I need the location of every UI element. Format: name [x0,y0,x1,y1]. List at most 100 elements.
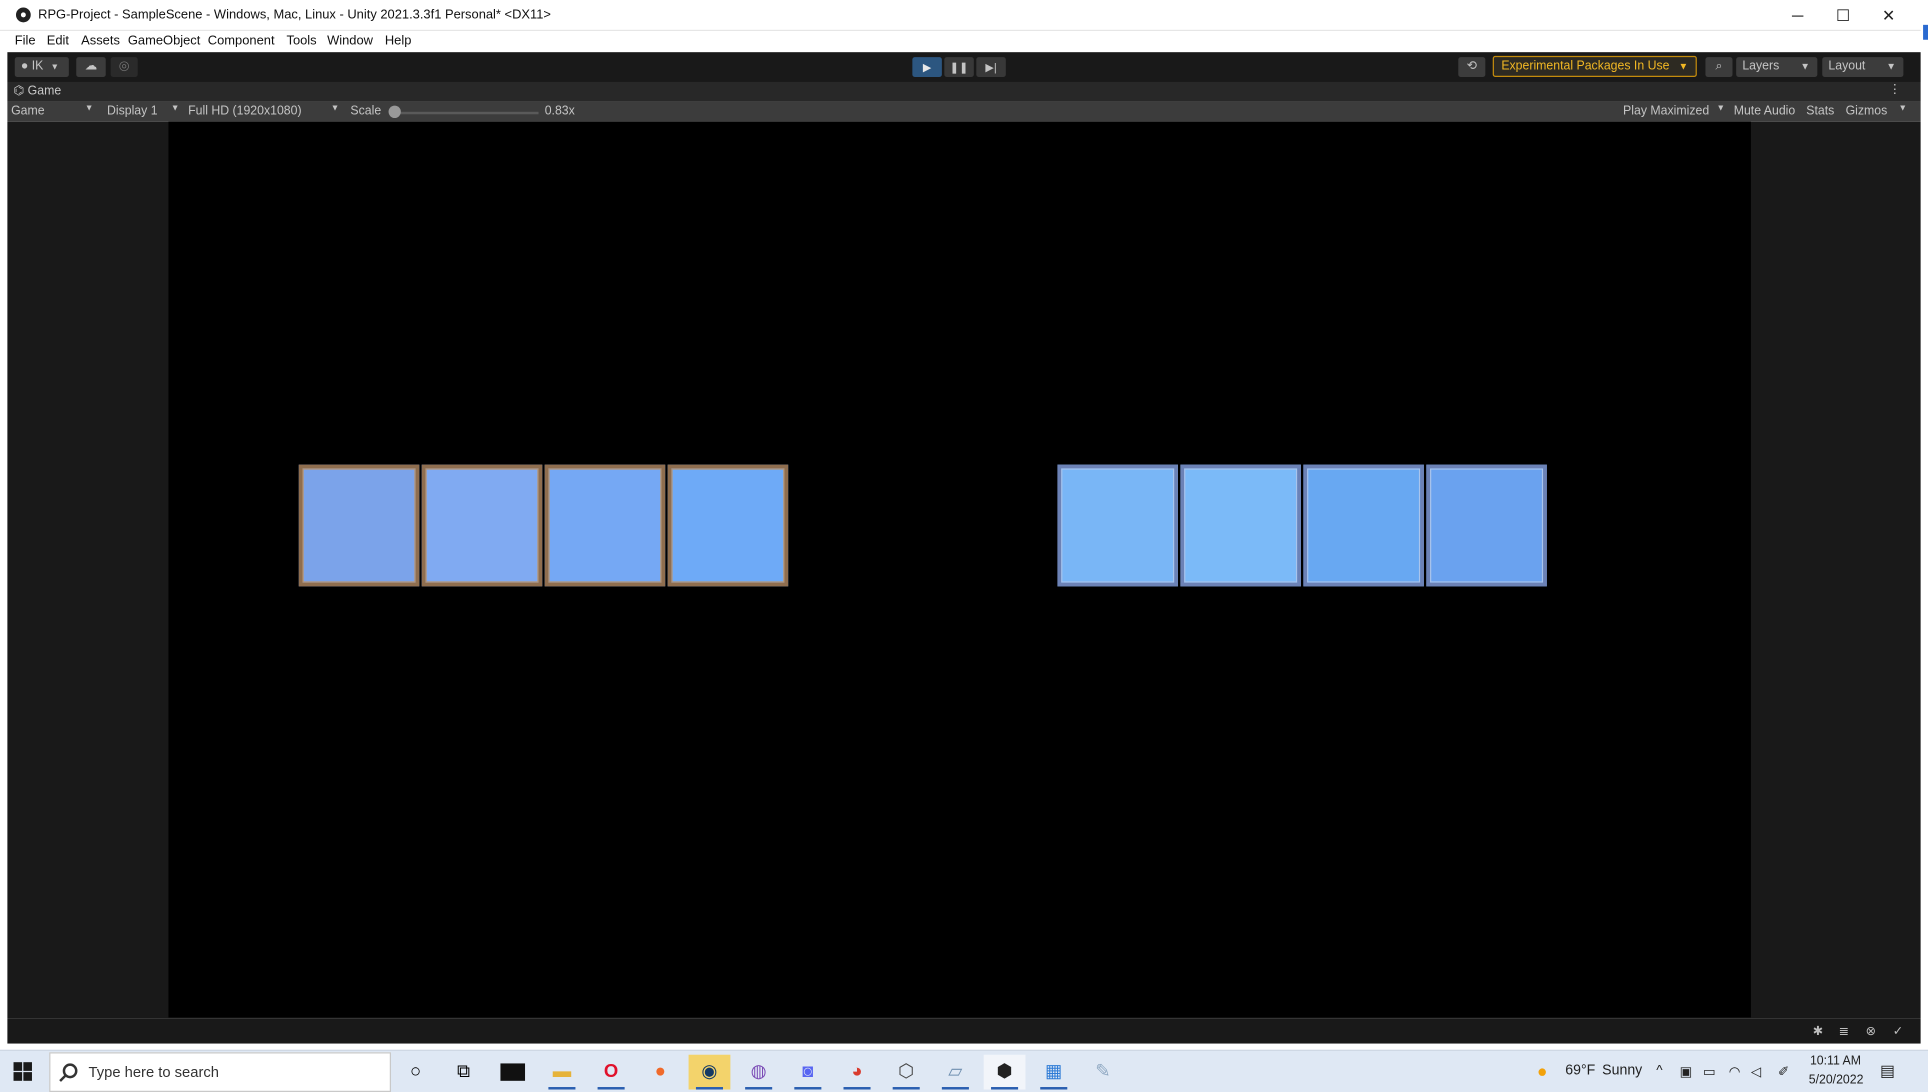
tab-menu-icon[interactable]: ⋮ [1889,83,1901,97]
chevron-down-icon: ▼ [1886,60,1897,73]
taskbar-search-input[interactable]: Type here to search [49,1052,392,1092]
clock-date[interactable]: 5/20/2022 [1809,1073,1864,1087]
windows-taskbar: Type here to search ○ ⧉ ▬ O ● ◉ ◍ ◙ ◕ ⬡ … [0,1049,1928,1092]
gamepad-icon: ⌬ [13,84,25,99]
chrome-icon[interactable]: ◕ [836,1055,878,1090]
unity-editor-icon[interactable]: ⬢ [983,1054,1026,1090]
menu-assets[interactable]: Assets [81,34,120,49]
chevron-down-icon: ▼ [330,104,340,114]
unity-toolbar: ● IK ▼ ☁ ◎ ▶ ❚❚ ▶| ⟲ Experimental Packag… [7,52,1921,82]
steam-icon[interactable]: ◉ [688,1054,731,1090]
collab-icon: ◎ [118,59,130,74]
network-icon[interactable]: ⊗ [1863,1024,1879,1040]
left-inventory-slot[interactable] [544,464,666,587]
display-icon[interactable]: ▭ [1703,1063,1716,1080]
layout-label: Layout [1828,59,1866,74]
search-button[interactable]: ⌕ [1705,57,1733,78]
right-inventory-slot[interactable] [1180,464,1301,587]
undo-history-button[interactable]: ⟲ [1458,57,1486,78]
gizmos-toggle[interactable]: Gizmos [1846,104,1888,118]
window-title-bar: RPG-Project - SampleScene - Windows, Mac… [0,0,1928,32]
task-view-icon[interactable]: ⧉ [443,1055,485,1090]
right-inventory-slot[interactable] [1057,464,1178,587]
right-inventory-slot[interactable] [1303,464,1424,587]
view-select[interactable]: Game [11,104,44,118]
maximize-button[interactable]: ☐ [1820,0,1867,31]
menu-edit[interactable]: Edit [47,34,69,49]
experimental-packages-button[interactable]: Experimental Packages In Use ▼ [1492,55,1697,78]
history-icon: ⟲ [1466,59,1477,74]
opera-icon[interactable]: O [590,1055,632,1090]
step-button[interactable]: ▶| [976,57,1006,78]
menu-window[interactable]: Window [327,34,373,49]
display-select[interactable]: Display 1 [107,104,158,118]
bug-icon[interactable]: ✱ [1810,1024,1826,1040]
weather-condition[interactable]: Sunny [1602,1063,1642,1078]
play-mode-select[interactable]: Play Maximized [1623,104,1709,118]
scale-label: Scale [350,104,382,119]
terminal-icon[interactable] [492,1055,534,1090]
stats-toggle[interactable]: Stats [1806,104,1834,118]
weather-temperature[interactable]: 69°F [1565,1063,1595,1078]
collab-button[interactable]: ◎ [110,57,138,78]
menu-tools[interactable]: Tools [286,34,316,49]
close-button[interactable]: ✕ [1865,0,1912,31]
menu-gameobject[interactable]: GameObject [128,34,200,49]
mute-audio-toggle[interactable]: Mute Audio [1734,104,1796,118]
photos-icon[interactable]: ▦ [1033,1055,1075,1090]
pause-button[interactable]: ❚❚ [944,57,974,78]
file-explorer-icon[interactable]: ▬ [541,1055,583,1090]
scale-slider-handle[interactable] [388,105,401,119]
cortana-icon[interactable]: ○ [395,1055,437,1090]
layout-dropdown[interactable]: Layout ▼ [1822,57,1904,78]
window-right-border [1920,0,1928,1050]
menu-component[interactable]: Component [208,34,275,49]
stack-icon[interactable]: ≣ [1836,1024,1852,1040]
game-view-toolbar: Game ▼ Display 1 ▼ Full HD (1920x1080) ▼… [7,101,1921,122]
right-inventory-slot[interactable] [1426,464,1547,587]
account-label: IK [31,59,44,74]
search-icon [62,1063,78,1079]
checkmark-icon[interactable]: ✓ [1890,1024,1906,1040]
pen-icon[interactable]: ✐ [1778,1063,1789,1080]
paint-icon[interactable]: ✎ [1082,1055,1124,1090]
background-window-edge [1923,24,1928,40]
left-inventory-slot[interactable] [298,464,420,587]
left-inventory-slot[interactable] [421,464,543,587]
unity-hub-icon[interactable]: ⬡ [885,1055,927,1090]
notification-icon[interactable]: ▤ [1880,1061,1895,1081]
clock-time[interactable]: 10:11 AM [1810,1055,1861,1069]
chevron-down-icon: ▼ [1898,104,1908,114]
chevron-down-icon: ▼ [1678,60,1689,73]
search-placeholder: Type here to search [88,1063,219,1081]
windows-start-icon[interactable] [13,1062,34,1082]
menu-help[interactable]: Help [385,34,412,49]
cloud-button[interactable]: ☁ [76,57,106,78]
menu-file[interactable]: File [15,34,36,49]
chevron-up-icon[interactable]: ^ [1656,1063,1662,1078]
resolution-select[interactable]: Full HD (1920x1080) [188,104,301,118]
notepad-icon[interactable]: ▱ [934,1055,976,1090]
left-inventory-slot[interactable] [667,464,789,587]
play-button[interactable]: ▶ [912,57,942,78]
github-desktop-icon[interactable]: ◍ [738,1055,780,1090]
search-icon: ⌕ [1715,59,1723,74]
discord-icon[interactable]: ◙ [787,1055,829,1090]
origin-icon[interactable]: ● [639,1055,681,1090]
meet-now-icon[interactable]: ▣ [1680,1063,1693,1080]
chevron-down-icon: ▼ [84,104,94,114]
wifi-icon[interactable]: ◠ [1729,1063,1741,1080]
scale-slider-track[interactable] [393,111,539,115]
volume-icon[interactable]: ◁ [1751,1063,1761,1080]
layers-dropdown[interactable]: Layers ▼ [1736,57,1818,78]
game-tab-bar: ⌬ Game ⋮ [7,81,1921,102]
minimize-button[interactable]: ─ [1774,0,1821,31]
chevron-down-icon: ▼ [1800,60,1810,73]
account-dropdown[interactable]: ● IK ▼ [14,57,69,78]
weather-sun-icon[interactable]: ● [1537,1061,1547,1081]
scale-value: 0.83x [544,104,575,119]
chevron-down-icon: ▼ [1716,104,1726,114]
pause-icon: ❚❚ [949,60,969,74]
tab-game[interactable]: ⌬ Game [14,84,62,98]
window-title: RPG-Project - SampleScene - Windows, Mac… [38,7,551,23]
